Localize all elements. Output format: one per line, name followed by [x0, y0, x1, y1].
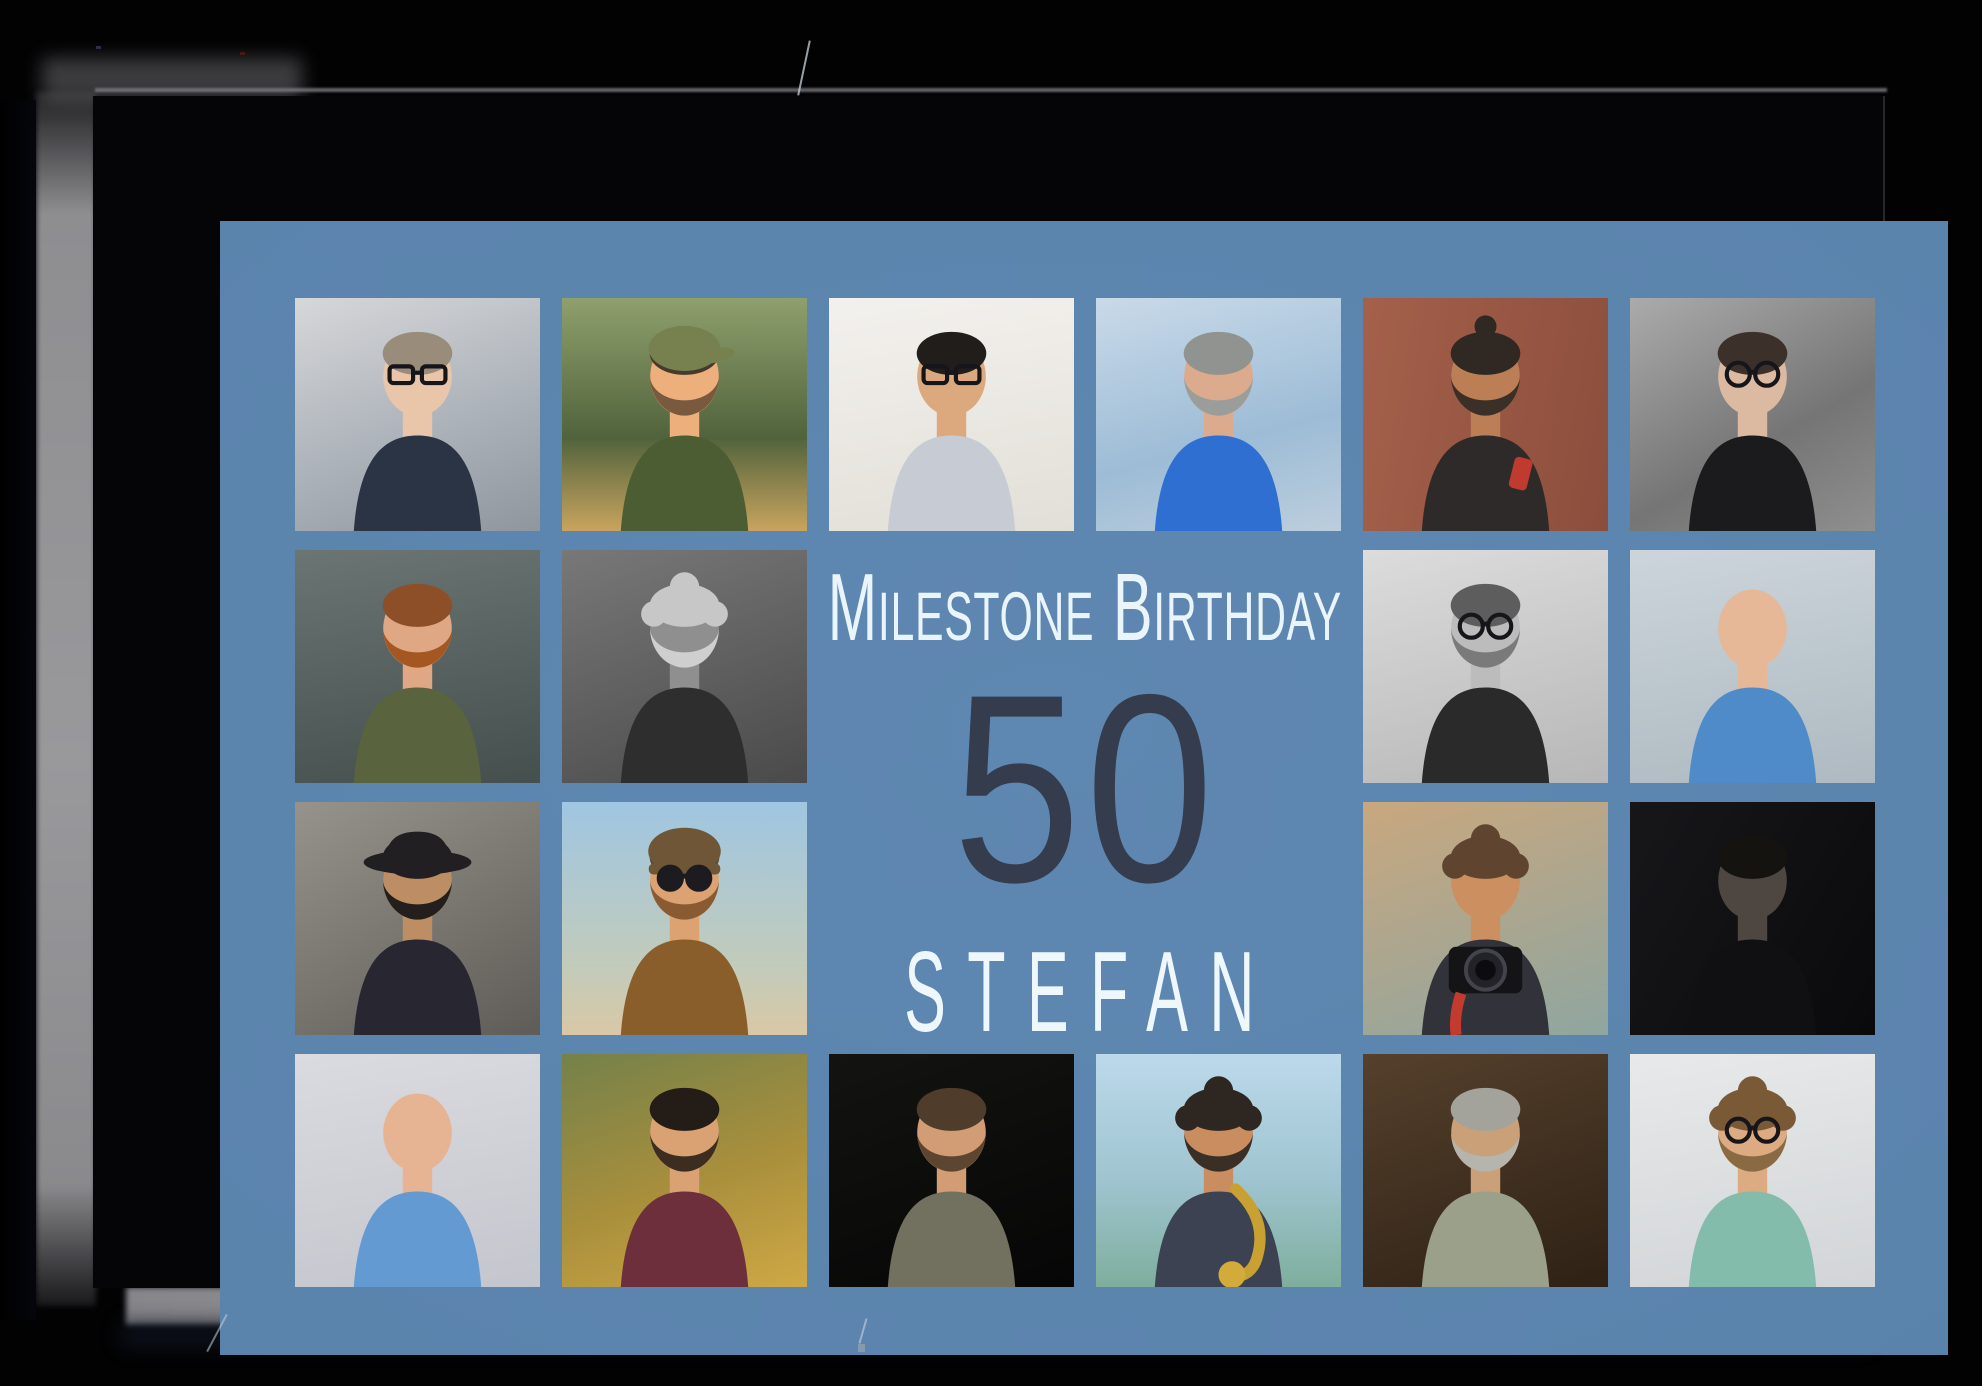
dust-dot [858, 1344, 865, 1352]
dust-speck-red [240, 52, 245, 55]
photo-grid: MILESTONEBIRTHDAY 50 STEFAN [220, 221, 1948, 1355]
poster-frame: MILESTONEBIRTHDAY 50 STEFAN [93, 96, 1885, 1288]
photo-2 [562, 298, 807, 531]
photo-4 [1096, 298, 1341, 531]
collage-title: MILESTONEBIRTHDAY [828, 570, 1342, 647]
photo-19 [1363, 1054, 1608, 1287]
left-edge-shade [0, 100, 36, 1320]
collage-poster: MILESTONEBIRTHDAY 50 STEFAN [220, 221, 1948, 1355]
photo-17 [829, 1054, 1074, 1287]
photo-6 [1630, 298, 1875, 531]
photo-13 [1363, 802, 1608, 1035]
photo-14 [1630, 802, 1875, 1035]
photo-11 [295, 802, 540, 1035]
photo-12 [562, 802, 807, 1035]
wall-glow-left [36, 92, 96, 1306]
age-number: 50 [952, 691, 1218, 887]
photo-10 [1630, 550, 1875, 783]
photo-16 [562, 1054, 807, 1287]
photo-15 [295, 1054, 540, 1287]
frame-top-highlight [95, 88, 1887, 92]
photo-1 [295, 298, 540, 531]
photo-9 [1363, 550, 1608, 783]
dust-speck-blue [96, 46, 101, 49]
photo-7 [295, 550, 540, 783]
photo-5 [1363, 298, 1608, 531]
photo-18 [1096, 1054, 1341, 1287]
photo-8 [562, 550, 807, 783]
birthday-name: STEFAN [894, 951, 1276, 1035]
photo-20 [1630, 1054, 1875, 1287]
center-text-block: MILESTONEBIRTHDAY 50 STEFAN [829, 550, 1341, 1035]
mockup-scene: MILESTONEBIRTHDAY 50 STEFAN [0, 0, 1982, 1386]
photo-3 [829, 298, 1074, 531]
